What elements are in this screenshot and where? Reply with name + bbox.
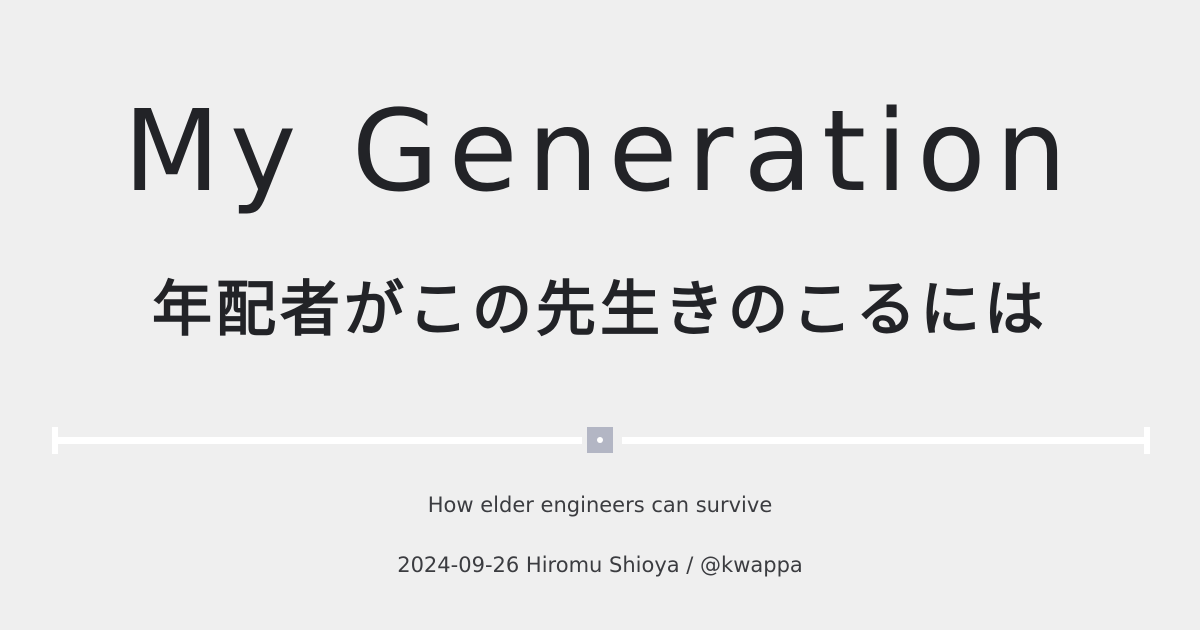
- subtitle: 年配者がこの先生きのこるには: [152, 275, 1048, 345]
- divider-left-line: [52, 437, 582, 444]
- divider-center-knob: [587, 427, 613, 453]
- tagline: How elder engineers can survive: [427, 493, 773, 517]
- byline: 2024-09-26 Hiromu Shioya / @kwappa: [397, 553, 803, 577]
- title: My Generation: [123, 87, 1077, 217]
- divider: [52, 427, 1150, 455]
- divider-knob-dot: [597, 437, 603, 443]
- divider-right-line: [622, 437, 1150, 444]
- divider-right-cap: [1144, 427, 1150, 454]
